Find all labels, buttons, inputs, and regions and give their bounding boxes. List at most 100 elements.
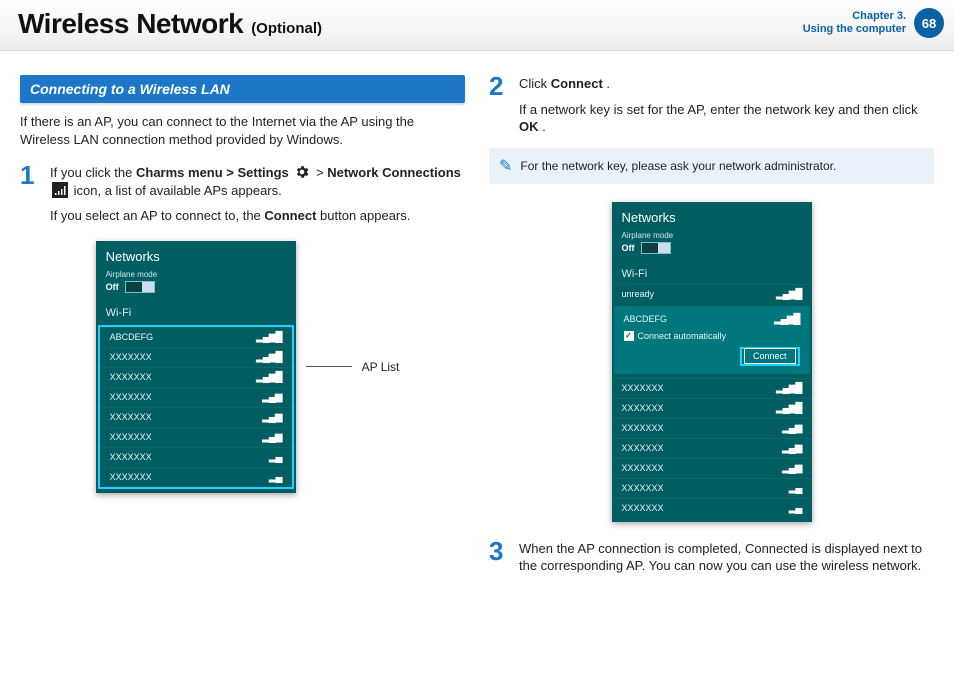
airplane-off-label: Off <box>106 282 119 292</box>
text: . <box>542 119 546 134</box>
chapter-line2: Using the computer <box>803 23 906 36</box>
note-box: ✎ For the network key, please ask your n… <box>489 148 934 184</box>
airplane-toggle[interactable] <box>125 281 155 293</box>
signal-icon: ▂▄ <box>789 503 802 514</box>
ap-selected[interactable]: ABCDEFG ▂▄▆█ <box>624 312 800 327</box>
ap-name: XXXXXXX <box>622 483 664 493</box>
section-heading: Connecting to a Wireless LAN <box>20 75 465 103</box>
ap-name: XXXXXXX <box>622 443 664 453</box>
signal-icon: ▂▄▆ <box>782 463 801 474</box>
ap-item[interactable]: XXXXXXX▂▄▆ <box>100 427 292 447</box>
network-connections-icon <box>52 182 68 198</box>
step2-line2: If a network key is set for the AP, ente… <box>519 101 934 136</box>
ap-item[interactable]: XXXXXXX▂▄ <box>612 478 812 498</box>
signal-icon: ▂▄▆█ <box>256 332 282 343</box>
ap-item[interactable]: XXXXXXX ▂▄ <box>100 467 292 487</box>
ap-name: XXXXXXX <box>110 452 152 462</box>
signal-icon: ▂▄▆█ <box>776 289 802 300</box>
signal-icon: ▂▄▆ <box>262 412 281 423</box>
ap-item[interactable]: XXXXXXX ▂▄▆█ <box>612 378 812 398</box>
chapter-label: Chapter 3. Using the computer <box>803 10 906 35</box>
connect-auto-label: Connect automatically <box>638 331 727 341</box>
airplane-toggle[interactable] <box>641 242 671 254</box>
signal-icon: ▂▄▆█ <box>776 383 802 394</box>
signal-icon: ▂▄▆█ <box>256 352 282 363</box>
airplane-label: Airplane mode <box>622 231 802 240</box>
ap-list: XXXXXXX ▂▄▆█ XXXXXXX ▂▄▆█ XXXXXXX ▂▄▆ XXXXX… <box>612 378 812 518</box>
text: If you click the <box>50 165 136 180</box>
networks-panel: Networks Airplane mode Off Wi-Fi ABCDEFG… <box>96 241 296 493</box>
signal-icon: ▂▄▆█ <box>776 403 802 414</box>
gear-icon <box>294 164 310 180</box>
ap-name: ABCDEFG <box>110 332 154 342</box>
intro-paragraph: If there is an AP, you can connect to th… <box>20 113 465 148</box>
ap-item[interactable]: XXXXXXX ▂▄ <box>612 498 812 518</box>
title-wrap: Wireless Network (Optional) <box>18 8 322 40</box>
ap-list-callout: AP List <box>362 360 400 374</box>
ap-item-unready[interactable]: unready ▂▄▆█ <box>612 284 812 304</box>
ap-item[interactable]: XXXXXXX ▂▄▆ <box>100 407 292 427</box>
ap-item[interactable]: ABCDEFG ▂▄▆█ <box>100 327 292 347</box>
ap-name: XXXXXXX <box>622 503 664 513</box>
figure-right-wrap: Networks Airplane mode Off Wi-Fi unready… <box>489 202 934 522</box>
text: icon, a list of available APs appears. <box>74 183 282 198</box>
signal-icon: ▂▄▆█ <box>256 372 282 383</box>
ap-list-highlight: ABCDEFG ▂▄▆█ XXXXXXX ▂▄▆█ XXXXXXX ▂▄▆█ XXXX… <box>98 325 294 489</box>
step-1: 1 If you click the Charms menu > Setting… <box>20 164 465 225</box>
ap-name: XXXXXXX <box>110 352 152 362</box>
text: button appears. <box>320 208 410 223</box>
ap-name: unready <box>622 289 655 299</box>
ap-name: XXXXXXX <box>110 412 152 422</box>
ap-item[interactable]: XXXXXXX▂▄▆ <box>612 438 812 458</box>
step-number: 3 <box>489 540 509 575</box>
ap-name: XXXXXXX <box>110 392 152 402</box>
ap-name: XXXXXXX <box>110 472 152 482</box>
step1-line2: If you select an AP to connect to, the C… <box>50 207 465 225</box>
page-title: Wireless Network <box>18 8 243 40</box>
text: If a network key is set for the AP, ente… <box>519 102 918 117</box>
ap-name: XXXXXXX <box>622 383 664 393</box>
bold-text: Network Connections <box>327 165 461 180</box>
page-subtitle: (Optional) <box>251 20 322 37</box>
ap-name: XXXXXXX <box>110 432 152 442</box>
step-body: Click Connect . If a network key is set … <box>519 75 934 136</box>
callout-line <box>306 366 352 367</box>
text: Click <box>519 76 551 91</box>
ap-item[interactable]: XXXXXXX▂▄▆ <box>100 387 292 407</box>
ap-item[interactable]: XXXXXXX▂▄▆ <box>612 418 812 438</box>
signal-icon: ▂▄ <box>269 452 282 463</box>
ap-item[interactable]: XXXXXXX ▂▄ <box>100 447 292 467</box>
bold-text: OK <box>519 119 539 134</box>
airplane-label: Airplane mode <box>106 270 286 279</box>
chapter-line1: Chapter 3. <box>803 10 906 23</box>
ap-item[interactable]: XXXXXXX▂▄▆█ <box>100 367 292 387</box>
left-column: Connecting to a Wireless LAN If there is… <box>20 75 465 587</box>
ap-name: XXXXXXX <box>622 403 664 413</box>
text: > <box>316 165 327 180</box>
wifi-label: Wi-Fi <box>96 299 296 323</box>
figure-left: Networks Airplane mode Off Wi-Fi ABCDEFG… <box>30 241 465 493</box>
ap-item[interactable]: XXXXXXX ▂▄▆█ <box>612 398 812 418</box>
connect-button-wrap: Connect <box>624 347 800 366</box>
step-3: 3 When the AP connection is completed, C… <box>489 540 934 575</box>
content: Connecting to a Wireless LAN If there is… <box>0 51 954 587</box>
checkbox-checked-icon[interactable]: ✓ <box>624 331 634 341</box>
signal-icon: ▂▄ <box>269 472 282 483</box>
note-text: For the network key, please ask your net… <box>520 159 836 173</box>
networks-panel-expanded: Networks Airplane mode Off Wi-Fi unready… <box>612 202 812 522</box>
panel-title: Networks <box>96 241 296 268</box>
page-header: Wireless Network (Optional) Chapter 3. U… <box>0 0 954 51</box>
ap-item[interactable]: XXXXXXX ▂▄▆ <box>612 458 812 478</box>
ap-name: XXXXXXX <box>622 463 664 473</box>
ap-item[interactable]: XXXXXXX ▂▄▆█ <box>100 347 292 367</box>
ap-name: ABCDEFG <box>624 314 668 324</box>
step-2: 2 Click Connect . If a network key is se… <box>489 75 934 136</box>
note-icon: ✎ <box>499 156 512 176</box>
signal-icon: ▂▄▆█ <box>774 314 800 325</box>
connect-highlight: Connect <box>740 347 800 366</box>
bold-text: Charms menu > Settings <box>136 165 292 180</box>
signal-icon: ▂▄▆ <box>782 423 801 434</box>
airplane-mode-section: Airplane mode Off <box>96 268 296 299</box>
airplane-mode-section: Airplane mode Off <box>612 229 812 260</box>
connect-button[interactable]: Connect <box>744 348 796 364</box>
